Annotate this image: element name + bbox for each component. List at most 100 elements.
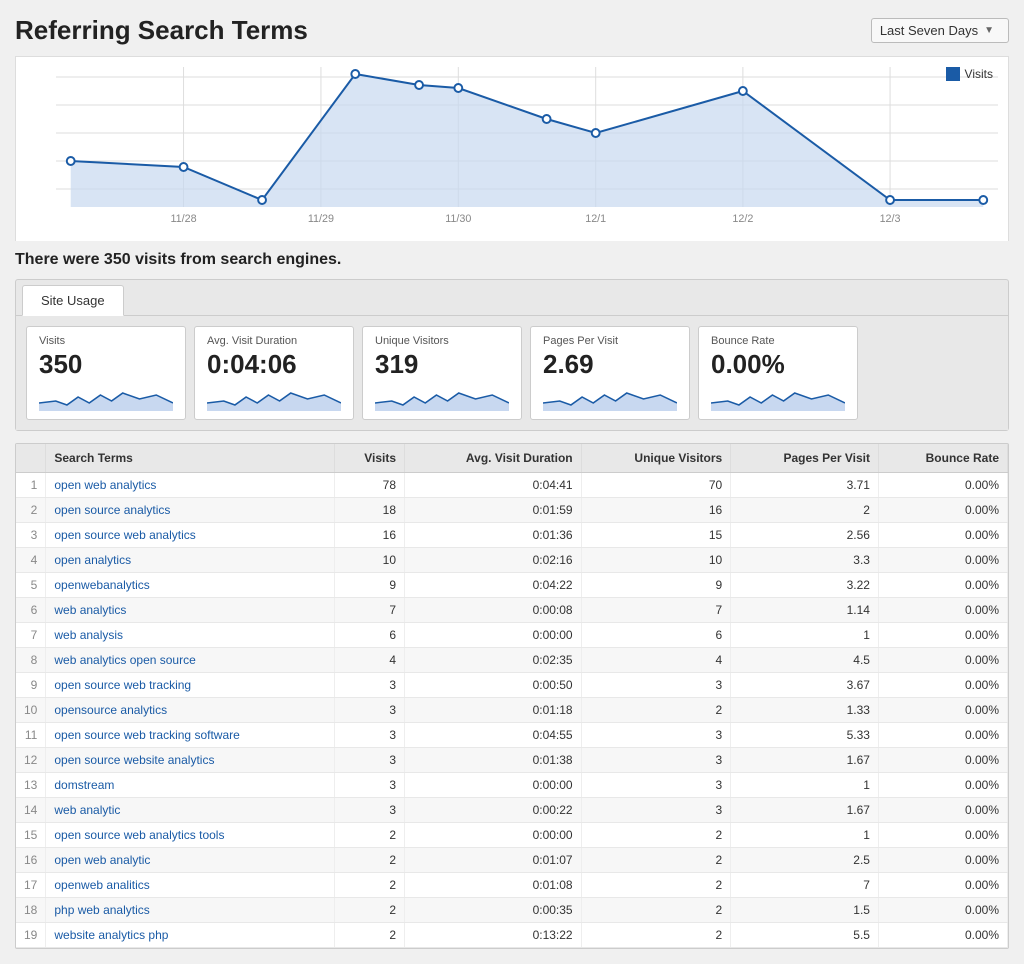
duration-cell: 0:00:22 — [405, 797, 582, 822]
pages-per-visit-cell: 1 — [731, 822, 879, 847]
search-term-cell[interactable]: web analytics open source — [46, 647, 335, 672]
metric-label-3: Pages Per Visit — [543, 335, 677, 347]
search-term-cell[interactable]: open source web tracking software — [46, 722, 335, 747]
metric-value-1: 0:04:06 — [207, 350, 341, 379]
metric-sparkline-4 — [711, 383, 845, 411]
row-number: 18 — [16, 897, 46, 922]
table-row: 9open source web tracking30:00:5033.670.… — [16, 672, 1008, 697]
bounce-rate-cell: 0.00% — [878, 647, 1007, 672]
bounce-rate-cell: 0.00% — [878, 672, 1007, 697]
visits-cell: 2 — [335, 922, 405, 947]
search-term-cell[interactable]: open analytics — [46, 547, 335, 572]
bounce-rate-cell: 0.00% — [878, 547, 1007, 572]
duration-cell: 0:01:18 — [405, 697, 582, 722]
search-term-cell[interactable]: openweb analitics — [46, 872, 335, 897]
data-table-container: Search Terms Visits Avg. Visit Duration … — [15, 443, 1009, 949]
pages-per-visit-cell: 5.5 — [731, 922, 879, 947]
visits-cell: 3 — [335, 772, 405, 797]
duration-cell: 0:01:38 — [405, 747, 582, 772]
bounce-rate-cell: 0.00% — [878, 922, 1007, 947]
unique-visitors-cell: 70 — [581, 472, 731, 497]
unique-visitors-cell: 4 — [581, 647, 731, 672]
search-term-cell[interactable]: open source analytics — [46, 497, 335, 522]
table-row: 18php web analytics20:00:3521.50.00% — [16, 897, 1008, 922]
visits-cell: 10 — [335, 547, 405, 572]
pages-per-visit-cell: 3.71 — [731, 472, 879, 497]
row-number: 13 — [16, 772, 46, 797]
legend-color-box — [946, 67, 960, 81]
pages-per-visit-cell: 2 — [731, 497, 879, 522]
tab-site-usage[interactable]: Site Usage — [22, 285, 124, 316]
search-term-cell[interactable]: open source website analytics — [46, 747, 335, 772]
table-row: 10opensource analytics30:01:1821.330.00% — [16, 697, 1008, 722]
row-number: 4 — [16, 547, 46, 572]
metric-label-0: Visits — [39, 335, 173, 347]
pages-per-visit-cell: 1.5 — [731, 897, 879, 922]
duration-cell: 0:01:07 — [405, 847, 582, 872]
pages-per-visit-cell: 3.22 — [731, 572, 879, 597]
visits-cell: 2 — [335, 822, 405, 847]
bounce-rate-cell: 0.00% — [878, 697, 1007, 722]
date-range-label: Last Seven Days — [880, 23, 978, 38]
bounce-rate-cell: 0.00% — [878, 722, 1007, 747]
search-term-cell[interactable]: web analysis — [46, 622, 335, 647]
search-term-cell[interactable]: open source web tracking — [46, 672, 335, 697]
page-title: Referring Search Terms — [15, 15, 308, 46]
row-number: 6 — [16, 597, 46, 622]
search-term-cell[interactable]: open web analytics — [46, 472, 335, 497]
table-row: 14web analytic30:00:2231.670.00% — [16, 797, 1008, 822]
visits-cell: 6 — [335, 622, 405, 647]
search-term-cell[interactable]: open source web analytics — [46, 522, 335, 547]
col-header-bounce: Bounce Rate — [878, 444, 1007, 473]
pages-per-visit-cell: 1 — [731, 772, 879, 797]
row-number: 10 — [16, 697, 46, 722]
summary-text: There were 350 visits from search engine… — [15, 251, 1009, 269]
metric-sparkline-3 — [543, 383, 677, 411]
duration-cell: 0:00:50 — [405, 672, 582, 697]
duration-cell: 0:00:08 — [405, 597, 582, 622]
bounce-rate-cell: 0.00% — [878, 872, 1007, 897]
metric-value-0: 350 — [39, 350, 173, 379]
row-number: 8 — [16, 647, 46, 672]
row-number: 7 — [16, 622, 46, 647]
duration-cell: 0:13:22 — [405, 922, 582, 947]
svg-text:11/29: 11/29 — [308, 213, 334, 225]
data-table: Search Terms Visits Avg. Visit Duration … — [16, 444, 1008, 948]
unique-visitors-cell: 9 — [581, 572, 731, 597]
search-term-cell[interactable]: php web analytics — [46, 897, 335, 922]
search-term-cell[interactable]: web analytics — [46, 597, 335, 622]
search-term-cell[interactable]: openwebanalytics — [46, 572, 335, 597]
bounce-rate-cell: 0.00% — [878, 847, 1007, 872]
pages-per-visit-cell: 1.33 — [731, 697, 879, 722]
pages-per-visit-cell: 2.5 — [731, 847, 879, 872]
metric-card-1: Avg. Visit Duration 0:04:06 — [194, 326, 354, 420]
metric-label-1: Avg. Visit Duration — [207, 335, 341, 347]
search-term-cell[interactable]: domstream — [46, 772, 335, 797]
date-range-selector[interactable]: Last Seven Days ▼ — [871, 18, 1009, 43]
search-term-cell[interactable]: web analytic — [46, 797, 335, 822]
visits-cell: 3 — [335, 747, 405, 772]
duration-cell: 0:02:35 — [405, 647, 582, 672]
svg-text:12/2: 12/2 — [732, 213, 753, 225]
search-term-cell[interactable]: open source web analytics tools — [46, 822, 335, 847]
search-term-cell[interactable]: open web analytic — [46, 847, 335, 872]
search-term-cell[interactable]: opensource analytics — [46, 697, 335, 722]
duration-cell: 0:00:00 — [405, 772, 582, 797]
table-row: 7web analysis60:00:00610.00% — [16, 622, 1008, 647]
row-number: 14 — [16, 797, 46, 822]
unique-visitors-cell: 2 — [581, 697, 731, 722]
svg-text:12/1: 12/1 — [585, 213, 606, 225]
svg-text:11/28: 11/28 — [170, 213, 196, 225]
bounce-rate-cell: 0.00% — [878, 522, 1007, 547]
unique-visitors-cell: 3 — [581, 747, 731, 772]
visits-cell: 4 — [335, 647, 405, 672]
col-header-unique: Unique Visitors — [581, 444, 731, 473]
metric-card-3: Pages Per Visit2.69 — [530, 326, 690, 420]
table-row: 3open source web analytics160:01:36152.5… — [16, 522, 1008, 547]
visits-cell: 7 — [335, 597, 405, 622]
pages-per-visit-cell: 4.5 — [731, 647, 879, 672]
pages-per-visit-cell: 1.14 — [731, 597, 879, 622]
pages-per-visit-cell: 2.56 — [731, 522, 879, 547]
visits-cell: 18 — [335, 497, 405, 522]
search-term-cell[interactable]: website analytics php — [46, 922, 335, 947]
